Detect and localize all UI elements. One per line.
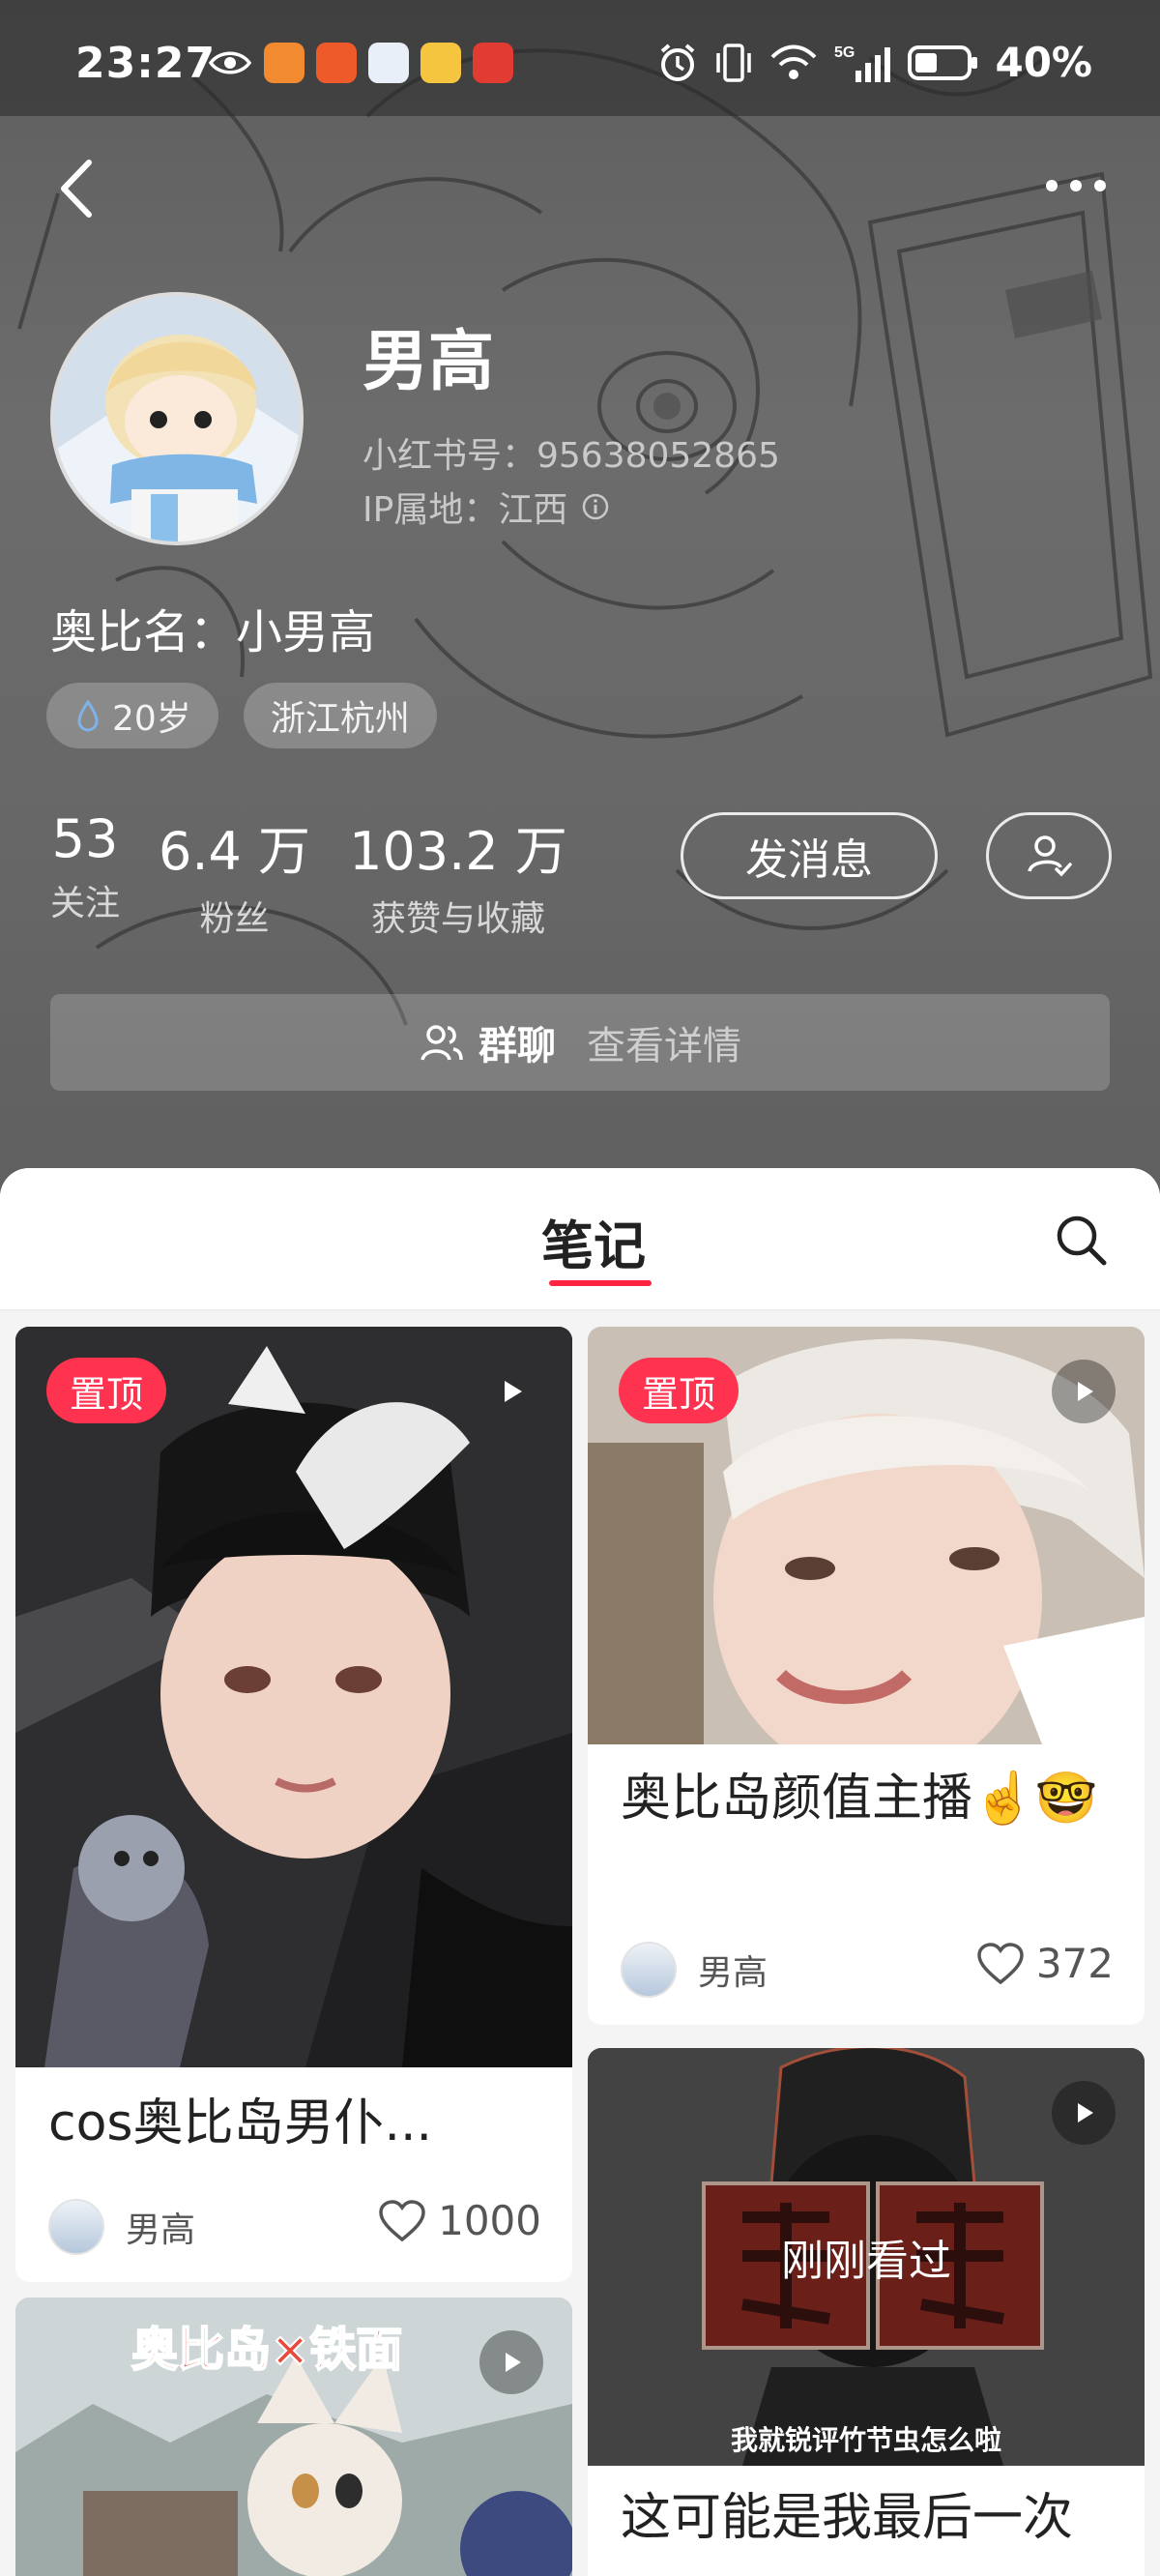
ip-location: IP属地：江西: [362, 482, 610, 532]
like-count-1: 1000: [438, 2197, 541, 2244]
male-gender-icon: [77, 699, 99, 732]
chevron-left-icon: [61, 160, 92, 218]
note-cover-1: 置顶: [15, 1327, 572, 2067]
system-icons: 5G 40%: [656, 39, 1092, 86]
followers-count: 6.4 万: [159, 821, 311, 882]
alarm-icon: [661, 43, 695, 81]
note-card-1[interactable]: 置顶 cos奥比岛男仆... 男高 1000: [15, 1327, 572, 2282]
more-dots-icon: [1046, 180, 1106, 191]
status-time: 23:27: [75, 39, 217, 88]
taobao-icon: [473, 43, 513, 83]
age-tag: 20岁: [46, 683, 218, 748]
location-tag: 浙江杭州: [243, 683, 437, 748]
video-badge-4: [1052, 2081, 1116, 2145]
stat-followers[interactable]: 6.4 万 粉丝: [159, 808, 310, 941]
age-tag-label: 20岁: [112, 699, 191, 739]
video-badge-3: [479, 2330, 543, 2394]
tab-bar: 笔记: [0, 1168, 1160, 1311]
following-label: 关注: [50, 884, 121, 923]
location-tag-label: 浙江杭州: [270, 699, 410, 739]
cellular-signal-icon: 5G: [834, 44, 891, 82]
note-card-4[interactable]: 刚刚看过 我就锐评竹节虫怎么啦 锐评 这可能是我最后一次: [588, 2048, 1145, 2576]
profile-bio: 奥比名：小男高: [50, 605, 376, 659]
battery-icon: [908, 44, 978, 80]
note-cover-3: 奥比岛×铁面: [15, 2298, 572, 2576]
note-author-1[interactable]: 男高: [48, 2199, 195, 2255]
group-chat-bar[interactable]: 群聊 查看详情: [50, 994, 1110, 1091]
pinned-badge-1: 置顶: [46, 1358, 167, 1423]
heart-icon: [977, 1942, 1024, 1984]
profile-stats: 53 关注 6.4 万 粉丝 103.2 万 获赞与收藏: [50, 808, 567, 941]
likes-collects-count: 103.2 万: [349, 821, 567, 882]
note-title-1: cos奥比岛男仆...: [48, 2094, 433, 2152]
tab-active-indicator: [549, 1280, 652, 1286]
group-chat-detail: 查看详情: [587, 1024, 741, 1068]
video-badge-2: [1052, 1360, 1116, 1423]
like-button-1[interactable]: 1000: [378, 2197, 541, 2244]
cover-text-3: 奥比岛×铁面: [130, 2322, 403, 2378]
author-name-2: 男高: [698, 1953, 768, 1993]
avatar-illustration: [54, 296, 300, 542]
likes-collects-label: 获赞与收藏: [370, 899, 545, 939]
status-bar: 23:27 5G 40%: [0, 0, 1160, 116]
play-icon: [506, 2353, 521, 2372]
follow-status-button[interactable]: [986, 812, 1112, 899]
red-id[interactable]: 小红书号：95638052865: [362, 427, 780, 478]
pinned-badge-2: 置顶: [619, 1358, 740, 1423]
note-title-2: 奥比岛颜值主播☝️🤓: [621, 1770, 1098, 1828]
search-icon: [1057, 1215, 1107, 1266]
vibrate-icon: [716, 43, 752, 82]
app-notification-icon-4: [420, 43, 461, 83]
wifi-icon: [771, 44, 817, 79]
group-chat-title: 群聊: [478, 1024, 556, 1068]
battery-level: 40%: [995, 39, 1092, 86]
stat-following[interactable]: 53 关注: [50, 808, 120, 941]
profile-name: 男高: [362, 324, 495, 400]
app-notification-icon-1: [264, 43, 304, 83]
user-check-icon: [1028, 835, 1072, 877]
note-cover-image-1: [15, 1327, 572, 2067]
heart-icon: [379, 2199, 425, 2241]
app-notification-icon-2: [316, 43, 357, 83]
author-avatar-1: [48, 2199, 104, 2255]
author-name-1: 男高: [126, 2210, 196, 2250]
eye-icon: [208, 51, 252, 74]
search-button[interactable]: [1052, 1211, 1110, 1269]
like-count-2: 372: [1035, 1940, 1114, 1987]
following-count: 53: [51, 808, 119, 869]
profile-tags: 20岁 浙江杭州: [46, 683, 437, 748]
video-badge-1: [479, 1360, 543, 1423]
note-title-4: 这可能是我最后一次: [621, 2489, 1074, 2547]
author-avatar-2: [621, 1942, 677, 1998]
send-message-button[interactable]: 发消息: [681, 812, 938, 899]
more-options-button[interactable]: [1042, 166, 1110, 205]
note-card-2[interactable]: 置顶 奥比岛颜值主播☝️🤓 男高 372: [588, 1327, 1145, 2025]
play-icon: [1078, 1382, 1093, 1401]
ip-location-text: IP属地：江西: [362, 490, 568, 530]
followers-label: 粉丝: [199, 899, 270, 939]
note-author-2[interactable]: 男高: [621, 1942, 768, 1998]
tab-notes[interactable]: 笔记: [541, 1203, 646, 1279]
back-button[interactable]: [50, 155, 108, 222]
stat-likes-collects[interactable]: 103.2 万 获赞与收藏: [349, 808, 567, 941]
notes-sheet: 笔记 置顶 cos奥比岛男仆... 男高 1000 置顶 奥比岛颜值主播☝️🤓 …: [0, 1168, 1160, 2576]
info-icon[interactable]: [581, 492, 610, 521]
cover-caption-4: 我就锐评竹节虫怎么啦: [730, 2424, 1001, 2456]
app-notification-icon-3: [368, 43, 409, 83]
note-cover-4: 刚刚看过 我就锐评竹节虫怎么啦 锐评: [588, 2048, 1145, 2466]
profile-avatar[interactable]: [50, 292, 304, 545]
like-button-2[interactable]: 372: [976, 1940, 1114, 1987]
note-cover-2: 置顶: [588, 1327, 1145, 1744]
note-card-3[interactable]: 奥比岛×铁面: [15, 2298, 572, 2576]
notification-icons: [208, 43, 513, 83]
play-icon: [1078, 2103, 1093, 2122]
play-icon: [505, 1381, 522, 1402]
group-users-icon: [420, 1025, 463, 1061]
network-type-label: 5G: [834, 44, 855, 61]
